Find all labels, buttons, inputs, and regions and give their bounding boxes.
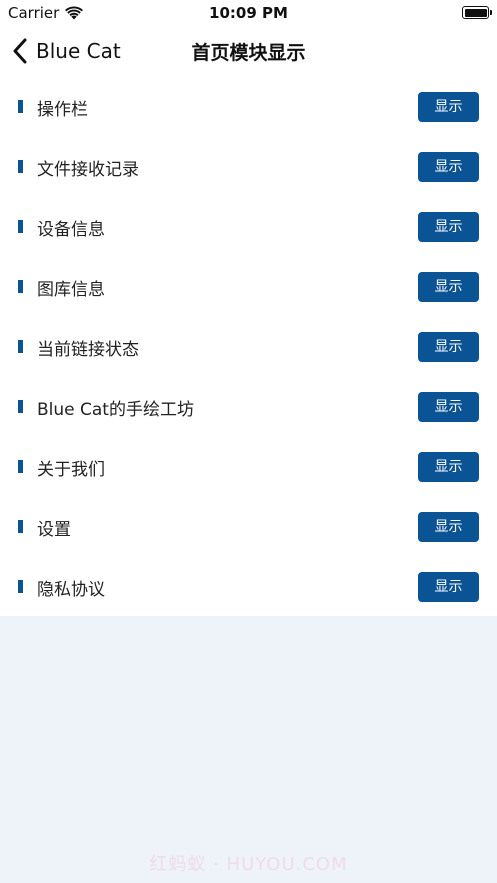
module-label: Blue Cat的手绘工坊 xyxy=(37,400,194,420)
module-label: 操作栏 xyxy=(37,100,88,120)
module-row-connection-status: 当前链接状态 显示 xyxy=(0,316,497,376)
module-label: 关于我们 xyxy=(37,460,105,480)
module-row-privacy: 隐私协议 显示 xyxy=(0,556,497,616)
navigation-bar: Blue Cat 首页模块显示 xyxy=(0,26,497,76)
module-row-about-us: 关于我们 显示 xyxy=(0,436,497,496)
module-row-file-receive: 文件接收记录 显示 xyxy=(0,136,497,196)
row-marker xyxy=(18,220,23,233)
status-bar: Carrier 10:09 PM xyxy=(0,0,497,26)
module-label: 设备信息 xyxy=(37,220,105,240)
show-button[interactable]: 显示 xyxy=(418,152,479,182)
module-label: 文件接收记录 xyxy=(37,160,139,180)
module-label: 图库信息 xyxy=(37,280,105,300)
show-button[interactable]: 显示 xyxy=(418,572,479,602)
module-label: 隐私协议 xyxy=(37,580,105,600)
module-row-drawing-workshop: Blue Cat的手绘工坊 显示 xyxy=(0,376,497,436)
row-marker xyxy=(18,580,23,593)
show-button[interactable]: 显示 xyxy=(418,452,479,482)
row-marker xyxy=(18,520,23,533)
watermark: 红蚂蚁 · HUYOU.COM xyxy=(149,854,348,875)
show-button[interactable]: 显示 xyxy=(418,512,479,542)
show-button[interactable]: 显示 xyxy=(418,92,479,122)
row-marker xyxy=(18,340,23,353)
status-time: 10:09 PM xyxy=(209,4,288,22)
row-marker xyxy=(18,280,23,293)
show-button[interactable]: 显示 xyxy=(418,272,479,302)
module-list: 操作栏 显示 文件接收记录 显示 设备信息 显示 图库信息 显示 当前链接状态 … xyxy=(0,76,497,616)
row-marker xyxy=(18,400,23,413)
show-button[interactable]: 显示 xyxy=(418,212,479,242)
row-marker xyxy=(18,460,23,473)
show-button[interactable]: 显示 xyxy=(418,392,479,422)
module-row-device-info: 设备信息 显示 xyxy=(0,196,497,256)
module-row-settings: 设置 显示 xyxy=(0,496,497,556)
module-label: 当前链接状态 xyxy=(37,340,139,360)
battery-icon xyxy=(462,6,492,19)
show-button[interactable]: 显示 xyxy=(418,332,479,362)
module-label: 设置 xyxy=(37,520,71,540)
row-marker xyxy=(18,160,23,173)
module-row-gallery-info: 图库信息 显示 xyxy=(0,256,497,316)
row-marker xyxy=(18,100,23,113)
page-title: 首页模块显示 xyxy=(191,42,306,64)
module-row-toolbar: 操作栏 显示 xyxy=(0,76,497,136)
